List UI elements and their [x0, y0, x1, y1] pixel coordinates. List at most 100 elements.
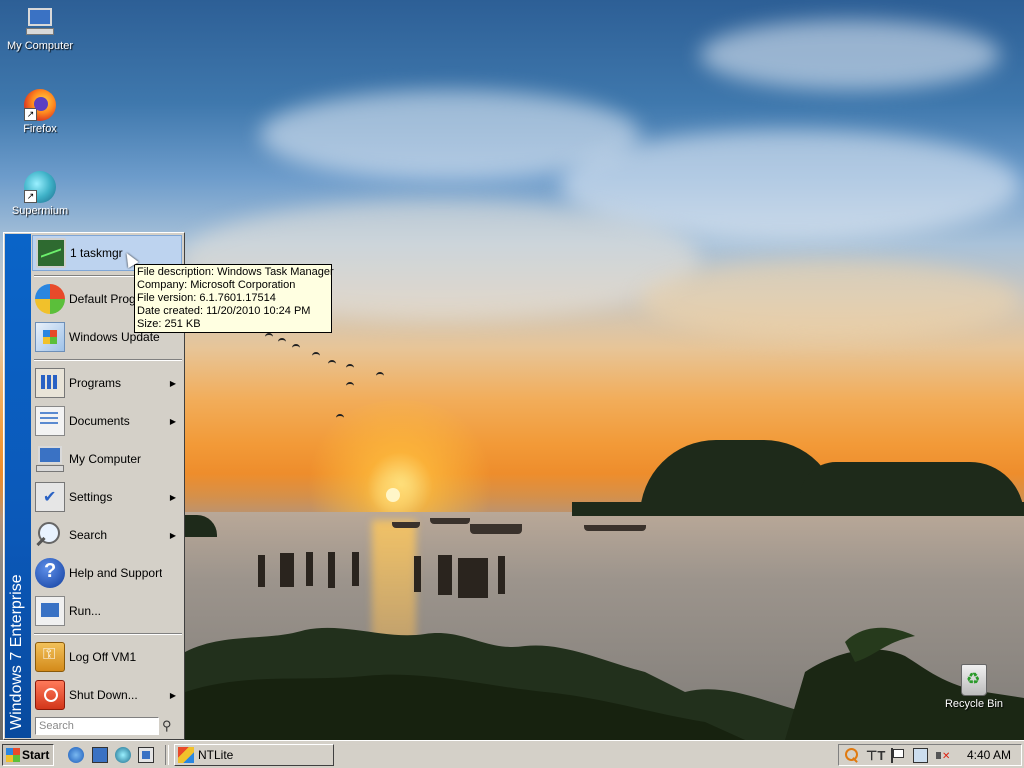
shut-down-icon — [35, 680, 65, 710]
desktop-icon-label: Supermium — [11, 205, 69, 217]
sun — [386, 488, 400, 502]
settings-icon — [35, 482, 65, 512]
network-icon[interactable] — [913, 748, 928, 763]
clock[interactable]: 4:40 AM — [967, 748, 1011, 763]
programs-icon — [35, 368, 65, 398]
wallpaper-bird — [278, 338, 286, 346]
start-menu-item-shut-down[interactable]: Shut Down... ▶ — [32, 677, 182, 713]
start-menu-item-label: Settings — [69, 490, 113, 504]
search-icon[interactable]: ⚲ — [162, 718, 172, 734]
wallpaper-pole — [498, 556, 505, 594]
start-menu-banner-text: Windows 7 Enterprise — [8, 574, 25, 730]
taskbar-button-label: NTLite — [198, 748, 234, 762]
tooltip-line: File description: Windows Task Manager — [137, 266, 334, 278]
search-tray-icon[interactable] — [844, 748, 859, 763]
action-center-flag-icon[interactable] — [889, 748, 904, 763]
wallpaper-pole — [458, 558, 488, 598]
desktop-icon-label: My Computer — [6, 40, 74, 52]
wallpaper-pole — [306, 552, 313, 586]
start-menu-item-label: My Computer — [69, 452, 142, 466]
submenu-arrow-icon: ▶ — [169, 378, 176, 388]
run-icon — [35, 596, 65, 626]
firefox-icon: ↗ — [24, 89, 56, 121]
shortcut-arrow-icon: ↗ — [24, 108, 37, 121]
start-menu-separator — [34, 359, 182, 361]
wallpaper-bird — [376, 372, 384, 380]
start-menu-item-label: Help and Support — [69, 566, 163, 580]
wallpaper-pole — [328, 552, 335, 588]
shortcut-arrow-icon: ↗ — [24, 190, 37, 203]
taskbar-button-ntlite[interactable]: NTLite — [174, 744, 334, 766]
default-programs-icon — [35, 284, 65, 314]
tooltip-line: Size: 251 KB — [137, 318, 201, 330]
start-menu-separator — [34, 633, 182, 635]
start-menu-item-programs[interactable]: Programs ▶ — [32, 365, 182, 401]
windows-logo-icon — [6, 748, 20, 762]
wallpaper-bird — [265, 333, 273, 341]
switch-windows-icon[interactable] — [138, 747, 154, 763]
start-menu-search-input[interactable]: Search — [35, 717, 159, 735]
start-menu-item-my-computer[interactable]: My Computer — [32, 441, 182, 477]
start-button[interactable]: Start — [2, 744, 54, 766]
show-desktop-icon[interactable] — [92, 747, 108, 763]
start-menu-item-label: Documents — [69, 414, 130, 428]
wallpaper-boat — [430, 518, 470, 524]
ntlite-icon — [178, 747, 194, 763]
taskbar-separator — [165, 745, 169, 765]
wallpaper-pole — [280, 553, 294, 587]
start-menu-item-label: Programs — [69, 376, 122, 390]
start-menu-item-help-and-support[interactable]: Help and Support — [32, 555, 182, 591]
recycle-bin-icon — [961, 664, 987, 696]
desktop-icon-firefox[interactable]: ↗ Firefox — [0, 89, 80, 135]
desktop-icon-my-computer[interactable]: My Computer — [0, 6, 80, 52]
start-menu-item-label: Log Off VM1 — [69, 650, 137, 664]
help-icon — [35, 558, 65, 588]
wallpaper-pole — [352, 552, 359, 586]
wallpaper-bird — [336, 414, 344, 422]
file-info-tooltip: File description: Windows Task Manager C… — [134, 264, 334, 333]
my-computer-icon — [24, 6, 56, 38]
desktop-icon-recycle-bin[interactable]: Recycle Bin — [934, 664, 1014, 710]
desktop-icon-supermium[interactable]: ↗ Supermium — [0, 171, 80, 217]
wallpaper-shoreline — [572, 502, 1024, 516]
wallpaper-boat — [392, 522, 420, 528]
internet-explorer-icon[interactable] — [68, 747, 84, 763]
start-menu-item-run[interactable]: Run... — [32, 593, 182, 629]
start-menu-banner: Windows 7 Enterprise — [5, 234, 31, 738]
wallpaper-bird — [292, 344, 300, 352]
wallpaper-bird — [346, 382, 354, 390]
submenu-arrow-icon: ▶ — [169, 690, 176, 700]
wallpaper-boat — [584, 525, 646, 531]
start-menu-item-log-off[interactable]: Log Off VM1 — [32, 639, 182, 675]
wallpaper-pole — [414, 556, 421, 592]
task-manager-icon — [36, 238, 66, 268]
wallpaper-bird — [328, 360, 336, 368]
log-off-icon — [35, 642, 65, 672]
wallpaper-cloud — [640, 260, 1020, 340]
start-button-label: Start — [22, 748, 50, 762]
tooltip-line: Date created: 11/20/2010 10:24 PM — [137, 305, 311, 317]
submenu-arrow-icon: ▶ — [169, 416, 176, 426]
volume-muted-icon[interactable] — [936, 748, 951, 763]
desktop-icon-label: Recycle Bin — [944, 698, 1004, 710]
taskbar: Start NTLite ⊤T 4:40 AM — [0, 740, 1024, 768]
start-menu-item-label: Search — [69, 528, 108, 542]
wallpaper-cloud — [700, 20, 1000, 90]
submenu-arrow-icon: ▶ — [169, 530, 176, 540]
supermium-icon: ↗ — [24, 171, 56, 203]
submenu-arrow-icon: ▶ — [169, 492, 176, 502]
search-icon — [35, 520, 65, 550]
start-menu-item-label: Shut Down... — [69, 688, 138, 702]
wallpaper-pole — [438, 555, 452, 595]
supermium-icon[interactable] — [115, 747, 131, 763]
windows-update-icon — [35, 322, 65, 352]
wallpaper-boat — [470, 524, 522, 534]
start-menu-item-settings[interactable]: Settings ▶ — [32, 479, 182, 515]
desktop-icon-label: Firefox — [23, 123, 57, 135]
tooltip-line: Company: Microsoft Corporation — [137, 279, 296, 291]
start-menu-item-label: Run... — [69, 604, 102, 618]
start-menu-item-documents[interactable]: Documents ▶ — [32, 403, 182, 439]
start-menu-item-search[interactable]: Search ▶ — [32, 517, 182, 553]
tooltip-line: File version: 6.1.7601.17514 — [137, 292, 276, 304]
font-tray-icon[interactable]: ⊤T — [866, 748, 885, 763]
